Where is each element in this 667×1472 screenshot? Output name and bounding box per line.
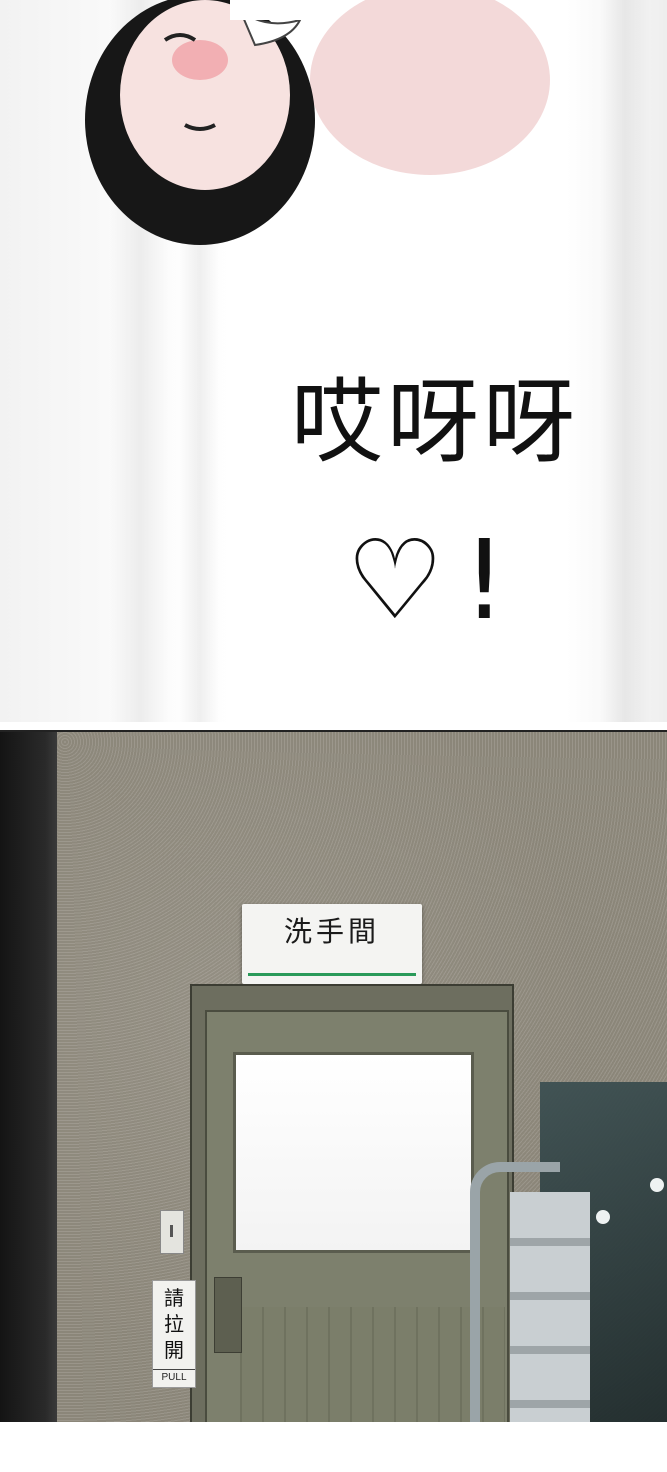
pull-sign: 請 拉 開 PULL xyxy=(152,1280,196,1388)
speech-text-line-1: 哎呀呀 xyxy=(290,369,579,476)
restroom-sign: 洗手間 xyxy=(242,904,422,984)
door-handle xyxy=(214,1277,242,1353)
light-switch xyxy=(160,1210,184,1254)
speech-text-line-2: ♡! xyxy=(345,516,525,644)
dark-pillar xyxy=(0,732,57,1422)
railing-light xyxy=(596,1210,610,1224)
pull-sign-cjk: 請 拉 開 xyxy=(164,1286,184,1362)
door-lower-panel xyxy=(240,1307,505,1422)
switch-toggle xyxy=(170,1225,173,1237)
character-illustration xyxy=(85,0,550,245)
comic-panel-bottom: 洗手間 請 拉 開 PULL xyxy=(0,730,667,1422)
railing-light xyxy=(650,1178,664,1192)
sign-stripe xyxy=(248,973,416,976)
restroom-sign-label: 洗手間 xyxy=(283,915,380,948)
door-window xyxy=(233,1052,474,1253)
pull-sign-en: PULL xyxy=(153,1369,195,1383)
stair-railing xyxy=(470,1162,560,1422)
comic-panel-top: 哎呀呀 ♡! xyxy=(0,0,667,722)
